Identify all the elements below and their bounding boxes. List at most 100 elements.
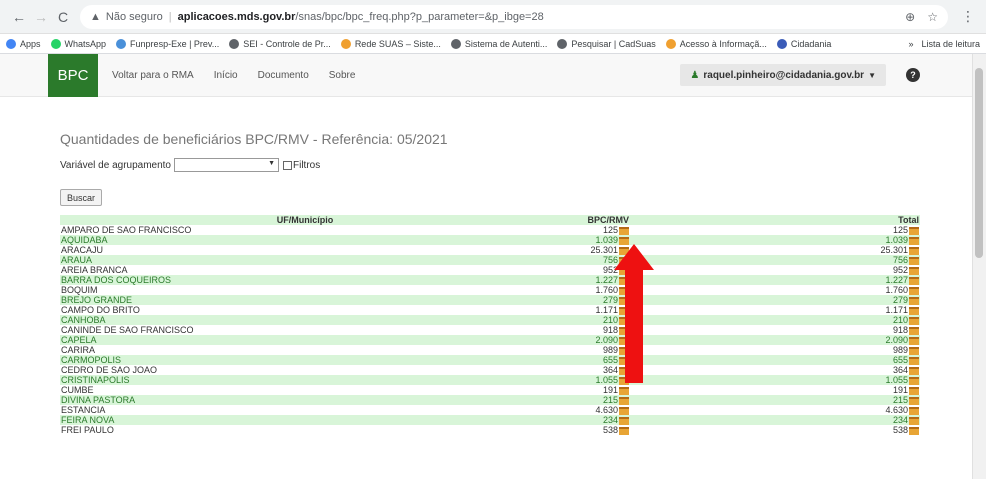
table-row: CAPELA 2.090 2.090 <box>60 335 920 345</box>
bookmarks-more-icon[interactable]: » <box>908 39 913 49</box>
box-icon[interactable] <box>909 236 919 245</box>
municipio-cell[interactable]: CAPELA <box>60 335 550 345</box>
box-icon[interactable] <box>619 416 629 425</box>
municipio-cell[interactable]: CUMBE <box>60 385 550 395</box>
municipio-cell[interactable]: AQUIDABA <box>60 235 550 245</box>
municipio-cell[interactable]: BREJO GRANDE <box>60 295 550 305</box>
box-icon[interactable] <box>909 356 919 365</box>
municipio-cell[interactable]: CARMOPOLIS <box>60 355 550 365</box>
help-icon[interactable]: ? <box>906 68 920 82</box>
header-bpc-rmv[interactable]: BPC/RMV <box>550 215 630 225</box>
box-icon[interactable] <box>619 226 629 235</box>
box-icon[interactable] <box>909 366 919 375</box>
gap-cell <box>630 275 842 285</box>
header-municipio[interactable]: UF/Município <box>60 215 550 225</box>
total-cell: 989 <box>842 345 920 355</box>
box-icon[interactable] <box>909 396 919 405</box>
box-icon[interactable] <box>909 406 919 415</box>
bookmark-item[interactable]: WhatsApp <box>50 38 106 49</box>
total-value: 1.760 <box>885 285 908 295</box>
municipio-cell[interactable]: AMPARO DE SAO FRANCISCO <box>60 225 550 235</box>
zoom-icon[interactable]: ⊕ <box>905 10 915 24</box>
total-cell: 538 <box>842 425 920 435</box>
menu-icon[interactable]: ⋮ <box>958 8 978 25</box>
nav-voltar-rma[interactable]: Voltar para o RMA <box>112 70 194 81</box>
box-icon[interactable] <box>619 426 629 435</box>
grouping-select[interactable] <box>174 158 279 172</box>
box-icon[interactable] <box>909 256 919 265</box>
municipio-cell[interactable]: BARRA DOS COQUEIROS <box>60 275 550 285</box>
total-cell: 25.301 <box>842 245 920 255</box>
box-icon[interactable] <box>909 386 919 395</box>
total-value: 215 <box>892 395 908 405</box>
bookmark-item[interactable]: Apps <box>6 38 41 49</box>
star-icon[interactable]: ☆ <box>927 10 938 24</box>
reading-list-button[interactable]: Lista de leitura <box>921 39 980 49</box>
municipio-cell[interactable]: CEDRO DE SAO JOAO <box>60 365 550 375</box>
nav-documento[interactable]: Documento <box>258 70 309 81</box>
forward-icon[interactable]: → <box>30 9 52 25</box>
box-icon[interactable] <box>909 286 919 295</box>
box-icon[interactable] <box>909 326 919 335</box>
back-icon[interactable]: ← <box>8 9 30 25</box>
gap-cell <box>630 255 842 265</box>
bookmark-item[interactable]: Rede SUAS – Siste... <box>340 38 441 49</box>
bookmark-item[interactable]: Sistema de Autenti... <box>450 38 547 49</box>
municipio-cell[interactable]: CANHOBA <box>60 315 550 325</box>
bookmarks-bar: Apps WhatsApp Funpresp-Exe | Prev... SEI - … <box>0 34 986 54</box>
bookmark-item[interactable]: Cidadania <box>776 38 831 49</box>
box-icon[interactable] <box>909 346 919 355</box>
box-icon[interactable] <box>909 316 919 325</box>
municipio-cell[interactable]: CARIRA <box>60 345 550 355</box>
box-icon[interactable] <box>909 306 919 315</box>
nav-sobre[interactable]: Sobre <box>329 70 356 81</box>
table-row: BREJO GRANDE 279 279 <box>60 295 920 305</box>
filters-checkbox[interactable] <box>283 160 292 170</box>
box-icon[interactable] <box>909 336 919 345</box>
user-menu[interactable]: ♟ raquel.pinheiro@cidadania.gov.br ▼ <box>680 64 886 86</box>
nav-inicio[interactable]: Início <box>214 70 238 81</box>
page-viewport: BPC Voltar para o RMA Início Documento S… <box>0 54 986 479</box>
gap-cell <box>630 235 842 245</box>
total-value: 1.171 <box>885 305 908 315</box>
reload-icon[interactable]: C <box>52 9 74 25</box>
box-icon[interactable] <box>909 426 919 435</box>
municipio-cell[interactable]: CAMPO DO BRITO <box>60 305 550 315</box>
table-row: ARACAJU 25.301 25.301 <box>60 245 920 255</box>
total-value: 125 <box>892 225 908 235</box>
gap-cell <box>630 265 842 275</box>
box-icon[interactable] <box>909 276 919 285</box>
box-icon[interactable] <box>619 406 629 415</box>
municipio-cell[interactable]: ESTANCIA <box>60 405 550 415</box>
box-icon[interactable] <box>909 246 919 255</box>
municipio-cell[interactable]: BOQUIM <box>60 285 550 295</box>
caret-down-icon: ▼ <box>868 70 876 80</box>
municipio-cell[interactable]: FREI PAULO <box>60 425 550 435</box>
grouping-row: Variável de agrupamento Filtros <box>60 158 320 172</box>
bookmark-item[interactable]: Acesso à Informaçã... <box>665 38 767 49</box>
brand-logo[interactable]: BPC <box>48 54 98 97</box>
bookmark-item[interactable]: Funpresp-Exe | Prev... <box>116 38 219 49</box>
address-bar[interactable]: ▲ Não seguro | aplicacoes.mds.gov.br /sn… <box>80 4 948 29</box>
municipio-cell[interactable]: ARAUA <box>60 255 550 265</box>
bpc-rmv-cell: 215 <box>550 395 630 405</box>
box-icon[interactable] <box>619 396 629 405</box>
municipio-cell[interactable]: FEIRA NOVA <box>60 415 550 425</box>
bookmark-item[interactable]: SEI - Controle de Pr... <box>229 38 331 49</box>
search-button[interactable]: Buscar <box>60 189 103 206</box>
municipio-cell[interactable]: ARACAJU <box>60 245 550 255</box>
scrollbar-thumb[interactable] <box>975 68 983 258</box>
box-icon[interactable] <box>909 416 919 425</box>
scrollbar[interactable] <box>972 54 986 479</box>
box-icon[interactable] <box>909 296 919 305</box>
municipio-cell[interactable]: CRISTINAPOLIS <box>60 375 550 385</box>
box-icon[interactable] <box>909 266 919 275</box>
bookmark-item[interactable]: Pesquisar | CadSuas <box>557 38 656 49</box>
header-total[interactable]: Total <box>842 215 920 225</box>
municipio-cell[interactable]: DIVINA PASTORA <box>60 395 550 405</box>
box-icon[interactable] <box>619 386 629 395</box>
box-icon[interactable] <box>909 376 919 385</box>
municipio-cell[interactable]: CANINDE DE SAO FRANCISCO <box>60 325 550 335</box>
municipio-cell[interactable]: AREIA BRANCA <box>60 265 550 275</box>
box-icon[interactable] <box>909 226 919 235</box>
